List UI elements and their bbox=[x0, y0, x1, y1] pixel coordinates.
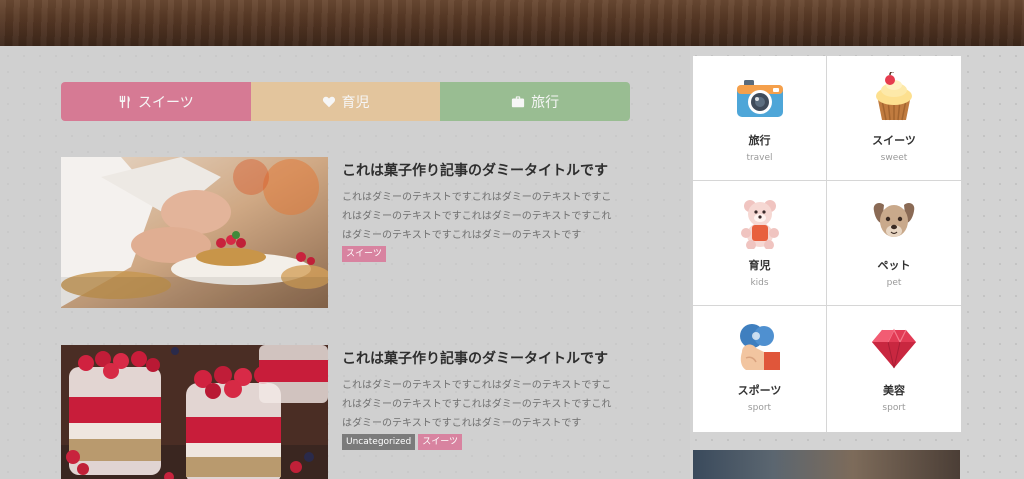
excerpt-line: これはダミーのテキストですこれはダミーのテキストですこ bbox=[342, 380, 612, 391]
dog-icon bbox=[873, 203, 915, 237]
raspberry-parfait-photo[interactable] bbox=[61, 345, 328, 479]
category-pet[interactable]: ペット pet bbox=[827, 181, 961, 306]
excerpt-line: これはダミーのテキストですこれはダミーのテキストですこ bbox=[342, 192, 612, 203]
excerpt-line: れはダミーのテキストですこれはダミーのテキストですこれ bbox=[342, 399, 612, 410]
muscle-arm-icon bbox=[739, 324, 780, 370]
category-sub: travel bbox=[746, 153, 773, 163]
teddy-bear-icon bbox=[740, 200, 779, 249]
article-title[interactable]: これは菓子作り記事のダミータイトルです bbox=[342, 348, 608, 368]
article-excerpt: これはダミーのテキストですこれはダミーのテキストですこ れはダミーのテキストです… bbox=[342, 188, 632, 245]
excerpt-line: はダミーのテキストですこれはダミーのテキストです bbox=[342, 230, 582, 241]
category-name: スイーツ bbox=[872, 134, 916, 147]
category-beauty[interactable]: 美容 sport bbox=[827, 306, 961, 432]
category-name: 育児 bbox=[748, 259, 771, 272]
category-sub: pet bbox=[886, 278, 902, 288]
category-name: ペット bbox=[877, 259, 911, 272]
category-grid-widget: 旅行 travel スイーツ sweet 育児 kids ペット pet スポー… bbox=[693, 56, 961, 432]
fork-knife-icon bbox=[119, 95, 130, 108]
cupcake-icon bbox=[876, 72, 912, 121]
category-name: 旅行 bbox=[748, 134, 771, 147]
category-tabs: スイーツ 育児 旅行 bbox=[61, 82, 630, 121]
excerpt-line: はダミーのテキストですこれはダミーのテキストです bbox=[342, 418, 582, 429]
tab-kids[interactable]: 育児 bbox=[250, 82, 441, 121]
camera-icon bbox=[736, 80, 783, 117]
sidebar-photo[interactable] bbox=[693, 450, 960, 479]
category-sub: sport bbox=[882, 403, 906, 413]
tag-uncategorized[interactable]: Uncategorized bbox=[342, 434, 416, 450]
header-wood-banner bbox=[0, 0, 1024, 46]
article-card[interactable]: これは菓子作り記事のダミータイトルです これはダミーのテキストですこれはダミーの… bbox=[61, 157, 631, 308]
category-name: 美容 bbox=[883, 384, 905, 397]
heart-icon bbox=[322, 96, 335, 107]
tag-sweets[interactable]: スイーツ bbox=[418, 434, 463, 450]
suitcase-icon bbox=[512, 95, 525, 107]
tag-sweets[interactable]: スイーツ bbox=[342, 246, 386, 262]
excerpt-line: れはダミーのテキストですこれはダミーのテキストですこれ bbox=[342, 211, 612, 222]
category-sub: sweet bbox=[880, 153, 908, 163]
article-tags: スイーツ bbox=[342, 246, 386, 262]
category-sub: sport bbox=[747, 403, 772, 413]
category-sweet[interactable]: スイーツ sweet bbox=[827, 56, 961, 181]
category-travel[interactable]: 旅行 travel bbox=[693, 56, 827, 181]
category-name: スポーツ bbox=[737, 384, 782, 397]
gem-icon bbox=[872, 328, 916, 369]
article-excerpt: これはダミーのテキストですこれはダミーのテキストですこ れはダミーのテキストです… bbox=[342, 376, 632, 433]
category-sport[interactable]: スポーツ sport bbox=[693, 306, 827, 432]
tab-travel[interactable]: 旅行 bbox=[440, 82, 630, 121]
tab-kids-label: 育児 bbox=[341, 94, 370, 111]
article-title[interactable]: これは菓子作り記事のダミータイトルです bbox=[342, 160, 608, 180]
tab-travel-label: 旅行 bbox=[531, 94, 560, 111]
pastry-chef-photo[interactable] bbox=[61, 157, 328, 308]
article-card[interactable]: これは菓子作り記事のダミータイトルです これはダミーのテキストですこれはダミーの… bbox=[61, 345, 631, 479]
tab-sweets[interactable]: スイーツ bbox=[61, 82, 251, 121]
category-kids[interactable]: 育児 kids bbox=[693, 181, 827, 306]
tab-sweets-label: スイーツ bbox=[137, 94, 194, 111]
category-sub: kids bbox=[750, 278, 769, 288]
article-tags: Uncategorized スイーツ bbox=[342, 434, 463, 450]
